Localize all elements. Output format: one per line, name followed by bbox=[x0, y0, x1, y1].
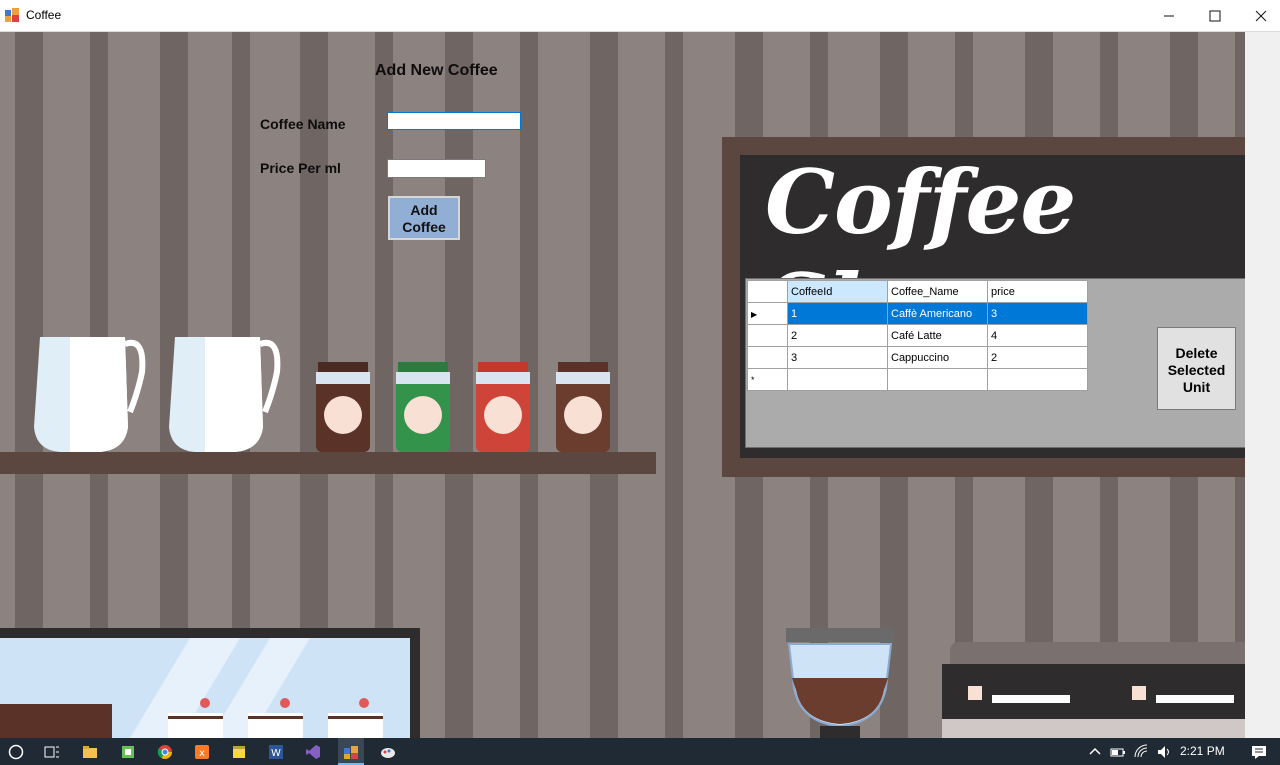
row-header-corner[interactable] bbox=[747, 280, 788, 303]
close-icon bbox=[1255, 10, 1267, 21]
column-header-price[interactable]: price bbox=[987, 280, 1088, 303]
table-header-row: CoffeeId Coffee_Name price bbox=[747, 280, 1088, 303]
cake-display-illustration bbox=[0, 628, 420, 738]
app-icon[interactable] bbox=[120, 744, 136, 760]
cell-coffeeid[interactable]: 1 bbox=[787, 302, 888, 325]
client-area: Add New Coffee Coffee Name Price Per ml … bbox=[0, 32, 1245, 738]
row-header[interactable]: * bbox=[747, 368, 788, 391]
close-button[interactable] bbox=[1238, 0, 1280, 31]
shelf bbox=[0, 452, 656, 474]
row-header[interactable] bbox=[747, 324, 788, 347]
table-row[interactable]: 2 Café Latte 4 bbox=[747, 324, 1088, 347]
cell-coffeeid[interactable]: 2 bbox=[787, 324, 888, 347]
coffee-app-icon[interactable] bbox=[343, 744, 359, 760]
cell-coffeeid[interactable] bbox=[787, 368, 888, 391]
window-title: Coffee bbox=[26, 8, 62, 22]
cell-price[interactable] bbox=[987, 368, 1088, 391]
pitchers-illustration bbox=[34, 337, 281, 452]
svg-text:x: x bbox=[199, 748, 205, 759]
sticky-notes-icon[interactable] bbox=[231, 744, 247, 760]
current-row-icon: ▶ bbox=[751, 309, 758, 319]
jars-illustration bbox=[316, 362, 610, 452]
cell-coffee-name[interactable]: Cappuccino bbox=[887, 346, 988, 369]
cell-price[interactable]: 2 bbox=[987, 346, 1088, 369]
row-header[interactable]: ▶ bbox=[747, 302, 788, 325]
add-coffee-button[interactable]: Add Coffee bbox=[388, 196, 460, 240]
new-row-icon: * bbox=[751, 374, 755, 385]
task-view-icon[interactable] bbox=[44, 744, 60, 760]
minimize-icon bbox=[1164, 15, 1174, 16]
volume-icon[interactable] bbox=[1156, 744, 1172, 760]
delete-selected-unit-button[interactable]: Delete Selected Unit bbox=[1157, 327, 1236, 410]
price-label: Price Per ml bbox=[260, 160, 341, 176]
title-bar[interactable]: Coffee bbox=[0, 0, 1280, 32]
coffee-grinder-illustration bbox=[786, 628, 894, 738]
table-row[interactable]: 3 Cappuccino 2 bbox=[747, 346, 1088, 369]
espresso-machine-illustration bbox=[942, 642, 1245, 738]
coffee-name-label: Coffee Name bbox=[260, 116, 346, 132]
clock[interactable]: 2:21 PM bbox=[1180, 744, 1225, 758]
chevron-up-icon[interactable] bbox=[1087, 744, 1103, 760]
svg-text:W: W bbox=[271, 748, 281, 759]
form-heading: Add New Coffee bbox=[375, 62, 498, 79]
coffee-table: CoffeeId Coffee_Name price ▶ 1 Caffè Ame… bbox=[747, 280, 1088, 391]
wall-stripe bbox=[665, 32, 683, 738]
cell-coffee-name[interactable] bbox=[887, 368, 988, 391]
file-explorer-icon[interactable] bbox=[82, 744, 98, 760]
cell-price[interactable]: 3 bbox=[987, 302, 1088, 325]
column-header-coffee-name[interactable]: Coffee_Name bbox=[887, 280, 988, 303]
cell-coffeeid[interactable]: 3 bbox=[787, 346, 888, 369]
table-row[interactable]: ▶ 1 Caffè Americano 3 bbox=[747, 302, 1088, 325]
coffee-name-input[interactable] bbox=[387, 112, 521, 130]
xampp-icon[interactable]: x bbox=[194, 744, 210, 760]
cell-price[interactable]: 4 bbox=[987, 324, 1088, 347]
maximize-icon bbox=[1209, 10, 1221, 21]
notifications-icon[interactable] bbox=[1251, 744, 1267, 760]
app-icon bbox=[5, 8, 19, 22]
maximize-button[interactable] bbox=[1192, 0, 1238, 31]
chrome-icon[interactable] bbox=[157, 744, 173, 760]
start-icon[interactable] bbox=[8, 744, 24, 760]
battery-icon[interactable] bbox=[1110, 744, 1126, 760]
word-icon[interactable]: W bbox=[268, 744, 284, 760]
row-header[interactable] bbox=[747, 346, 788, 369]
new-row[interactable]: * bbox=[747, 368, 1088, 391]
cell-coffee-name[interactable]: Café Latte bbox=[887, 324, 988, 347]
paint-icon[interactable] bbox=[380, 744, 396, 760]
price-input[interactable] bbox=[387, 159, 486, 178]
minimize-button[interactable] bbox=[1146, 0, 1192, 31]
wifi-icon[interactable] bbox=[1134, 744, 1150, 760]
cell-coffee-name[interactable]: Caffè Americano bbox=[887, 302, 988, 325]
visual-studio-icon[interactable] bbox=[305, 744, 321, 760]
window-margin bbox=[1245, 32, 1280, 738]
column-header-coffeeid[interactable]: CoffeeId bbox=[787, 280, 888, 303]
